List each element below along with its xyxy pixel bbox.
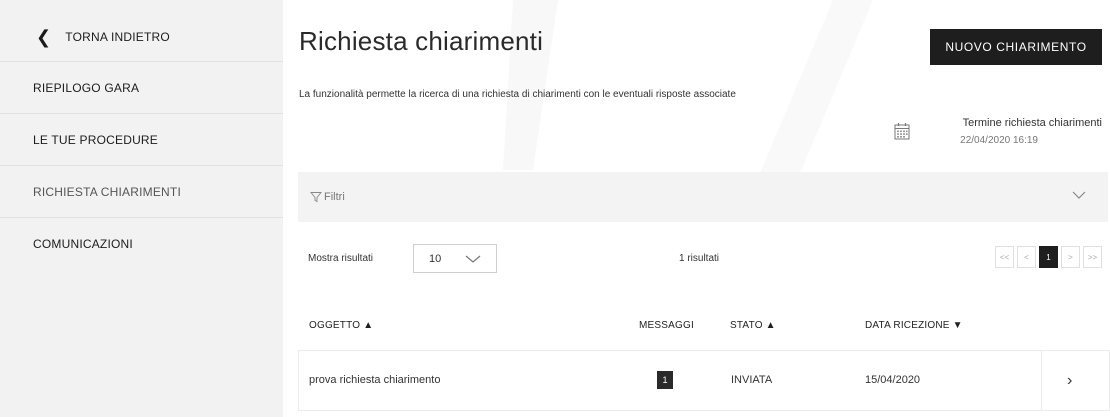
funnel-icon — [310, 192, 322, 203]
background-decoration — [753, 0, 873, 190]
result-count: 1 risultati — [679, 253, 720, 264]
column-header-stato[interactable]: STATO ▲ — [730, 320, 776, 331]
sidebar-item-label: COMUNICAZIONI — [33, 237, 133, 251]
chevron-right-icon[interactable]: › — [1067, 372, 1072, 390]
new-clarification-button[interactable]: NUOVO CHIARIMENTO — [930, 29, 1102, 65]
deadline-date: 22/04/2020 16:19 — [960, 135, 1038, 146]
row-data-ricezione: 15/04/2020 — [865, 374, 921, 386]
prev-page-button[interactable]: < — [1017, 246, 1036, 268]
column-header-data-ricezione[interactable]: DATA RICEZIONE ▼ — [865, 320, 963, 331]
back-link[interactable]: ❮ TORNA INDIETRO — [0, 12, 283, 62]
row-oggetto: prova richiesta chiarimento — [309, 374, 441, 386]
sidebar-item-label: RIEPILOGO GARA — [33, 80, 140, 95]
sidebar: ❮ TORNA INDIETRO RIEPILOGO GARA LE TUE P… — [0, 0, 283, 417]
page-description: La funzionalità permette la ricerca di u… — [299, 89, 736, 100]
sidebar-item-le-tue-procedure[interactable]: LE TUE PROCEDURE — [0, 114, 283, 166]
pagination: << < 1 > >> — [995, 246, 1102, 268]
sidebar-item-comunicazioni[interactable]: COMUNICAZIONI — [0, 218, 283, 270]
first-page-button[interactable]: << — [995, 246, 1014, 268]
show-results-label: Mostra risultati — [308, 253, 374, 264]
sidebar-item-label: LE TUE PROCEDURE — [33, 132, 159, 147]
page-size-select[interactable]: 10 — [413, 244, 497, 273]
page-size-value: 10 — [429, 252, 442, 265]
chevron-down-icon — [1072, 191, 1086, 199]
page-title: Richiesta chiarimenti — [299, 26, 544, 56]
calendar-icon — [894, 123, 910, 140]
sidebar-item-label: RICHIESTA CHIARIMENTI — [33, 184, 181, 199]
filters-toggle[interactable]: Filtri — [298, 172, 1108, 222]
main-content: Richiesta chiarimenti NUOVO CHIARIMENTO … — [283, 0, 1110, 417]
sidebar-item-riepilogo-gara[interactable]: RIEPILOGO GARA — [0, 62, 283, 114]
row-stato: INVIATA — [731, 374, 773, 386]
sidebar-item-richiesta-chiarimenti[interactable]: RICHIESTA CHIARIMENTI — [0, 166, 283, 218]
column-header-oggetto[interactable]: OGGETTO ▲ — [309, 320, 373, 331]
back-link-label: TORNA INDIETRO — [65, 29, 170, 44]
next-page-button[interactable]: > — [1061, 246, 1080, 268]
page-1-button[interactable]: 1 — [1039, 246, 1058, 268]
chevron-left-icon: ❮ — [36, 26, 52, 47]
filters-label: Filtri — [324, 191, 345, 203]
column-header-messaggi: MESSAGGI — [639, 320, 694, 331]
chevron-down-icon — [465, 255, 481, 263]
message-count-badge: 1 — [657, 371, 673, 389]
deadline-label: Termine richiesta chiarimenti — [962, 117, 1102, 129]
row-divider — [1041, 351, 1042, 410]
last-page-button[interactable]: >> — [1083, 246, 1102, 268]
